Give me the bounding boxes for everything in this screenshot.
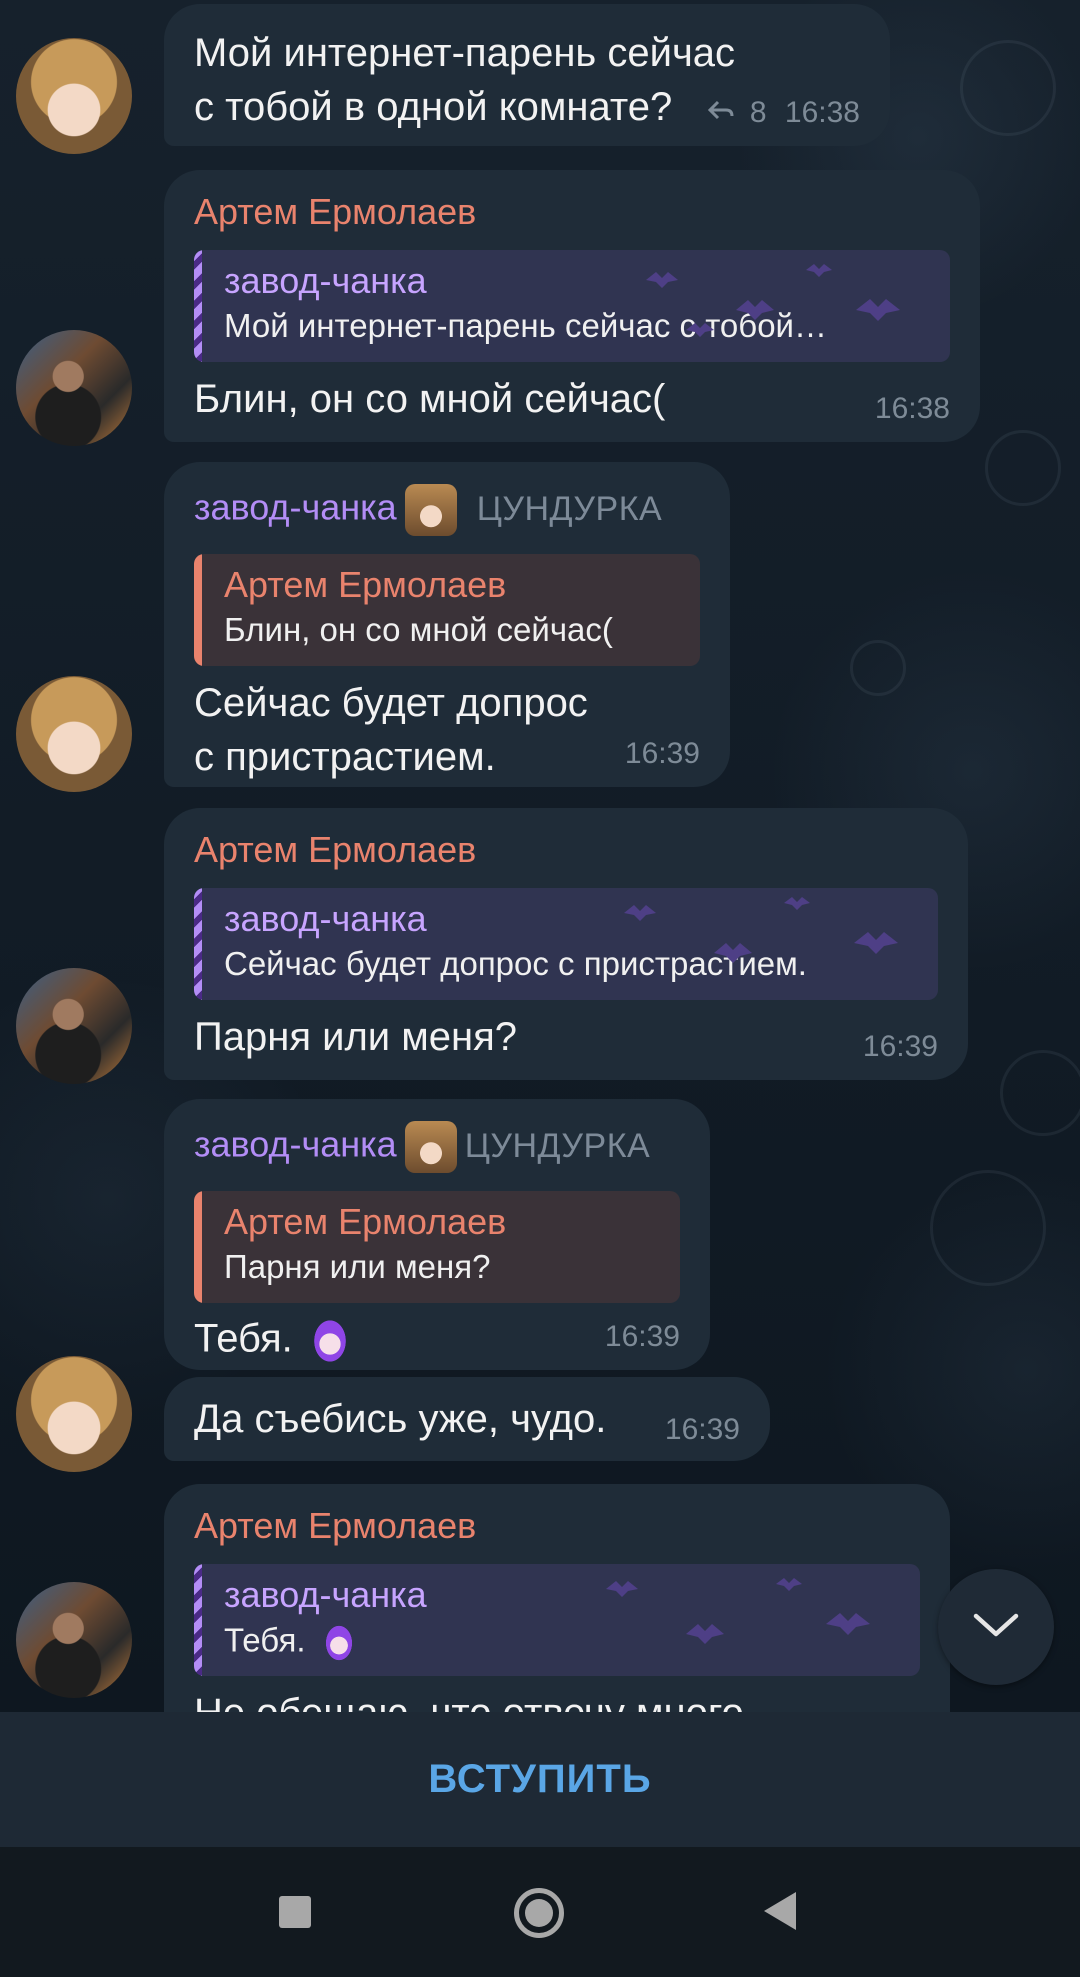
message-text: Сейчас будет допрос с пристрастием.: [194, 681, 588, 779]
message-text: Да съебись уже, чудо.: [194, 1397, 607, 1441]
sender-name[interactable]: Артем Ермолаев: [194, 1506, 920, 1546]
reply-text: Парня или меня?: [224, 1248, 491, 1285]
reply-text: Тебя.: [224, 1621, 306, 1659]
message-time: 16:39: [862, 1030, 938, 1063]
scroll-down-button[interactable]: [938, 1569, 1054, 1685]
avatar[interactable]: [16, 330, 132, 446]
message-time: 16:39: [624, 737, 700, 770]
chat-area[interactable]: Мой интернет-парень сейчас с тобой в одн…: [0, 0, 1080, 1712]
reply-quote[interactable]: Артем Ермолаев Парня или меня?: [194, 1191, 680, 1303]
avatar[interactable]: [16, 38, 132, 154]
avatar[interactable]: [16, 1582, 132, 1698]
reply-author: завод-чанка: [224, 260, 427, 301]
recent-apps-icon[interactable]: [279, 1896, 311, 1928]
message-text: Парня или меня?: [194, 1015, 517, 1059]
sender-badge-avatar: [404, 484, 457, 536]
reply-text: Сейчас будет допрос с пристрастием.: [224, 945, 807, 982]
reply-quote[interactable]: завод-чанка Тебя.: [194, 1564, 920, 1676]
message-bubble[interactable]: завод-чанка ЦУНДУРКА Артем Ермолаев Парня…: [164, 1099, 710, 1371]
message-text: Блин, он со мной сейчас(: [194, 377, 666, 421]
message-text: Мой интернет-парень сейчас с тобой в одн…: [194, 31, 736, 129]
reply-author: завод-чанка: [224, 898, 427, 939]
join-bar[interactable]: ВСТУПИТЬ: [0, 1712, 1080, 1847]
reply-author: Артем Ермолаев: [224, 564, 507, 605]
message-time: 16:39: [664, 1413, 740, 1446]
avatar[interactable]: [16, 968, 132, 1084]
anime-girl-emoji-icon: [319, 1618, 358, 1668]
sender-row: завод-чанка ЦУНДУРКА: [194, 484, 700, 536]
message-time: 16:39: [604, 1320, 680, 1353]
message-bubble[interactable]: Артем Ермолаев завод-чанка Сейчас будет …: [164, 808, 968, 1080]
message-text: Не обещаю, что отвечу много: [194, 1686, 920, 1712]
reply-quote[interactable]: завод-чанка Мой интернет-парень сейчас с…: [194, 250, 950, 362]
reply-text: Блин, он со мной сейчас(: [224, 611, 613, 648]
home-icon[interactable]: [514, 1888, 564, 1938]
reply-author: завод-чанка: [224, 1574, 427, 1615]
message-time: 16:38: [784, 96, 860, 129]
message-bubble[interactable]: Артем Ермолаев завод-чанка Тебя. Не обещ…: [164, 1484, 950, 1712]
reply-text: Мой интернет-парень сейчас с тобой…: [224, 307, 827, 344]
back-icon[interactable]: [764, 1892, 796, 1930]
anime-girl-emoji-icon: [306, 1311, 353, 1371]
sender-name[interactable]: Артем Ермолаев: [194, 192, 950, 232]
message-bubble[interactable]: Мой интернет-парень сейчас с тобой в одн…: [164, 4, 890, 146]
message-meta: 8 16:38: [706, 96, 860, 130]
chevron-down-icon: [972, 1610, 1020, 1645]
message-bubble[interactable]: Артем Ермолаев завод-чанка Мой интернет-…: [164, 170, 980, 442]
sender-tag: ЦУНДУРКА: [476, 489, 663, 528]
reply-text-row: Тебя.: [224, 1618, 896, 1668]
sender-name[interactable]: Артем Ермолаев: [194, 830, 938, 870]
message-bubble[interactable]: Да съебись уже, чудо. 16:39: [164, 1377, 770, 1461]
join-button[interactable]: ВСТУПИТЬ: [428, 1757, 651, 1802]
sender-badge-avatar: [404, 1121, 457, 1173]
avatar[interactable]: [16, 1356, 132, 1472]
sender-tag: ЦУНДУРКА: [464, 1126, 651, 1165]
message-bubble[interactable]: завод-чанка ЦУНДУРКА Артем Ермолаев Блин,…: [164, 462, 730, 787]
sender-name[interactable]: завод-чанка: [194, 487, 397, 528]
reply-count: 8: [749, 96, 767, 129]
message-text: Тебя.: [194, 1316, 293, 1361]
reply-author: Артем Ермолаев: [224, 1201, 507, 1242]
sender-name[interactable]: завод-чанка: [194, 1124, 397, 1165]
reply-quote[interactable]: завод-чанка Сейчас будет допрос с пристр…: [194, 888, 938, 1000]
message-time: 16:38: [874, 392, 950, 425]
reply-forward-icon: [706, 96, 744, 129]
sender-row: завод-чанка ЦУНДУРКА: [194, 1121, 680, 1173]
avatar[interactable]: [16, 676, 132, 792]
reply-quote[interactable]: Артем Ермолаев Блин, он со мной сейчас(: [194, 554, 700, 666]
